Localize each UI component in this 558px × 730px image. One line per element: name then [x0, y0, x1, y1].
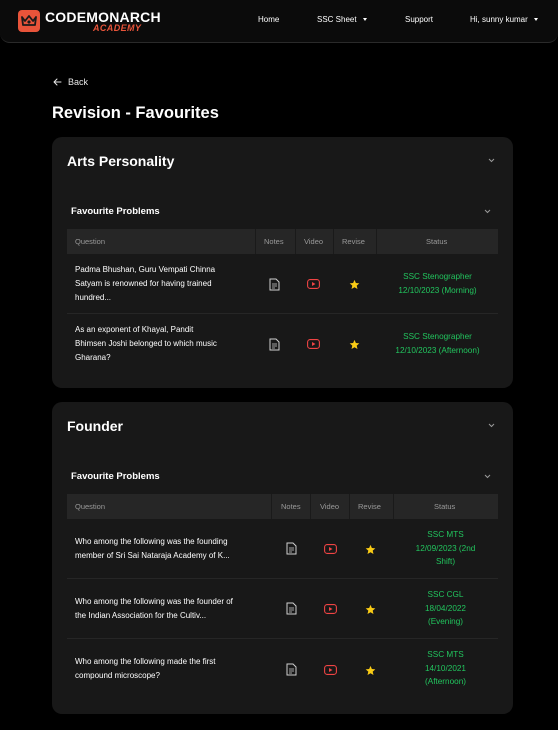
crown-icon: [18, 10, 40, 32]
question-text[interactable]: Padma Bhushan, Guru Vempati Chinna Satyam…: [75, 263, 215, 305]
col-notes: Notes: [264, 237, 284, 246]
nav-user-label: Hi, sunny kumar: [470, 15, 528, 24]
section-card-founder: Founder Favourite Problems Question Note…: [52, 402, 513, 714]
nav-home-label: Home: [258, 15, 280, 24]
video-icon[interactable]: [307, 339, 320, 349]
arrow-left-icon: [53, 78, 62, 86]
table-header: Question Notes Video Revise Status: [67, 229, 498, 254]
col-status: Status: [426, 237, 448, 246]
col-notes: Notes: [281, 502, 301, 511]
section-title[interactable]: Founder: [67, 418, 123, 434]
question-text[interactable]: Who among the following was the founding…: [75, 535, 230, 563]
question-text[interactable]: As an exponent of Khayal, Pandit Bhimsen …: [75, 323, 217, 365]
col-question: Question: [75, 237, 106, 246]
chevron-down-icon[interactable]: [483, 207, 492, 216]
section-card-arts-personality: Arts Personality Favourite Problems Ques…: [52, 137, 513, 388]
nav-home[interactable]: Home: [258, 15, 279, 24]
favourite-problems-title[interactable]: Favourite Problems: [71, 206, 160, 217]
notes-icon[interactable]: [269, 278, 280, 291]
star-icon[interactable]: [365, 604, 376, 615]
star-icon[interactable]: [349, 279, 360, 290]
video-icon[interactable]: [324, 665, 337, 675]
col-revise: Revise: [358, 502, 381, 511]
back-label: Back: [68, 77, 89, 87]
question-text[interactable]: Who among the following was the founder …: [75, 595, 233, 623]
chevron-down-icon[interactable]: [487, 156, 496, 165]
chevron-down-icon[interactable]: [483, 472, 492, 481]
brand-sub: ACADEMY: [93, 22, 142, 33]
favourite-problems-title[interactable]: Favourite Problems: [71, 471, 160, 482]
table-row[interactable]: Who among the following was the founder …: [67, 579, 498, 639]
col-question: Question: [75, 502, 106, 511]
nav-user-menu[interactable]: Hi, sunny kumar: [470, 15, 538, 24]
nav-support[interactable]: Support: [405, 15, 433, 24]
brand-name: CODEMONARCH: [45, 8, 161, 25]
col-revise: Revise: [342, 237, 365, 246]
nav-ssc-sheet-label: SSC Sheet: [317, 15, 357, 24]
table-row[interactable]: As an exponent of Khayal, Pandit Bhimsen …: [67, 314, 498, 374]
status-text: SSC MTS 14/10/2021 (Afternoon): [425, 650, 466, 686]
col-video: Video: [320, 502, 340, 511]
notes-icon[interactable]: [269, 338, 280, 351]
chevron-down-icon: [362, 18, 367, 21]
table-row[interactable]: Padma Bhushan, Guru Vempati Chinna Satyam…: [67, 254, 498, 314]
nav-support-label: Support: [405, 15, 434, 24]
status-text: SSC Stenographer 12/10/2023 (Afternoon): [395, 332, 480, 355]
col-video: Video: [304, 237, 324, 246]
page-title: Revision - Favourites: [52, 104, 219, 122]
back-link[interactable]: Back: [53, 77, 88, 87]
video-icon[interactable]: [307, 279, 320, 289]
star-icon[interactable]: [365, 544, 376, 555]
top-navbar: CODEMONARCH ACADEMY Home SSC Sheet Suppo…: [0, 0, 558, 43]
table-row[interactable]: Who among the following made the first co…: [67, 639, 498, 699]
notes-icon[interactable]: [286, 602, 297, 615]
notes-icon[interactable]: [286, 663, 297, 676]
status-text: SSC MTS 12/09/2023 (2nd Shift): [415, 530, 476, 566]
col-status: Status: [434, 502, 456, 511]
video-icon[interactable]: [324, 544, 337, 554]
question-text[interactable]: Who among the following made the first co…: [75, 655, 216, 683]
video-icon[interactable]: [324, 604, 337, 614]
chevron-down-icon: [533, 18, 538, 21]
brand-logo[interactable]: CODEMONARCH ACADEMY: [18, 9, 161, 33]
status-text: SSC CGL 18/04/2022 (Evening): [425, 590, 466, 626]
table-row[interactable]: Who among the following was the founding…: [67, 519, 498, 579]
section-title[interactable]: Arts Personality: [67, 153, 174, 169]
notes-icon[interactable]: [286, 542, 297, 555]
star-icon[interactable]: [365, 665, 376, 676]
chevron-down-icon[interactable]: [487, 421, 496, 430]
star-icon[interactable]: [349, 339, 360, 350]
status-text: SSC Stenographer 12/10/2023 (Morning): [398, 272, 477, 295]
nav-ssc-sheet[interactable]: SSC Sheet: [317, 15, 367, 24]
table-header: Question Notes Video Revise Status: [67, 494, 498, 519]
